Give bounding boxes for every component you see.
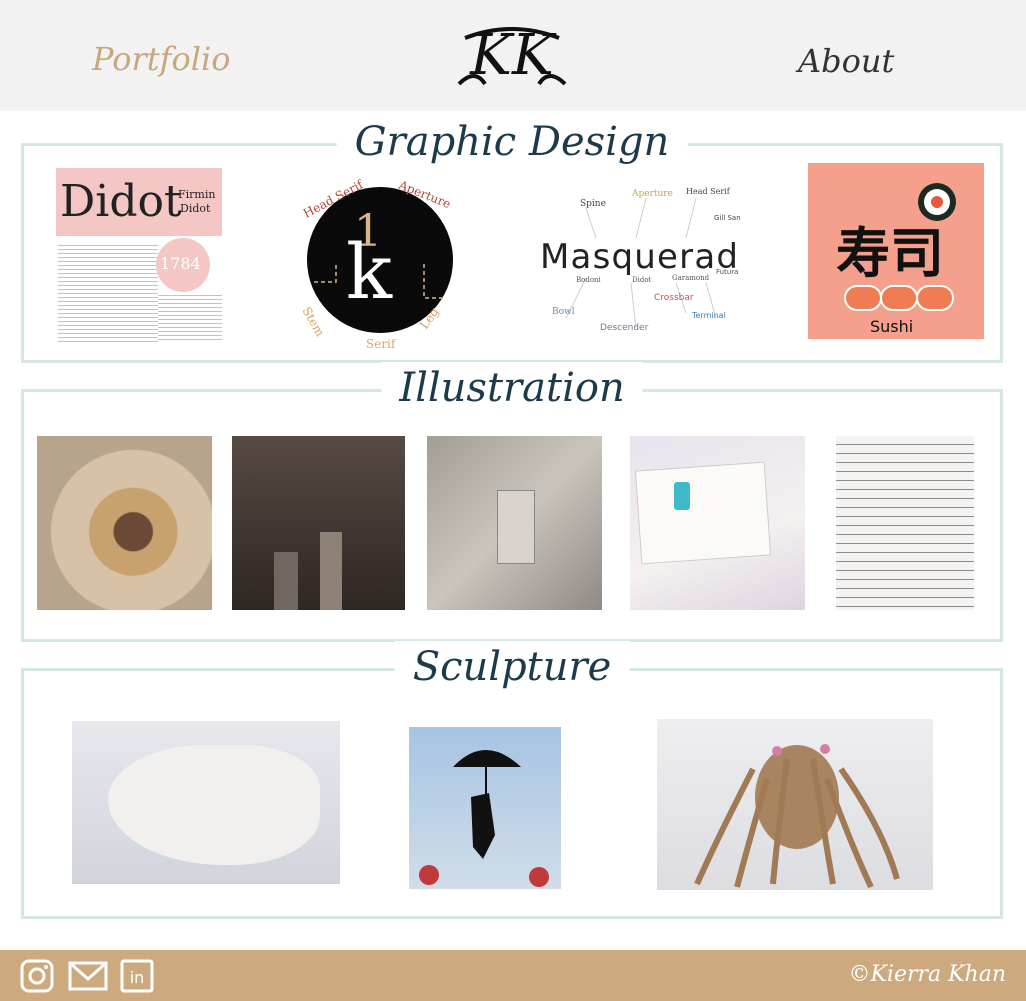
svg-text:Aperture: Aperture	[631, 189, 673, 199]
nigiri-row	[844, 281, 954, 311]
svg-text:Spine: Spine	[580, 199, 606, 209]
copyright-text: ©Kierra Khan	[848, 962, 1006, 987]
didot-year: 1784	[160, 254, 201, 273]
masquerade-typography-thumbnail[interactable]: Masquerad Spine Aperture Head Serif Gill…	[536, 168, 741, 348]
didot-title: Didot	[60, 176, 182, 227]
illustration-still-life-drawing[interactable]	[232, 436, 405, 610]
didot-name-1: Firmin	[178, 188, 216, 201]
sculpture-section: Sculpture	[21, 641, 1003, 919]
svg-text:Serif: Serif	[366, 337, 397, 351]
linkedin-icon[interactable]: in	[120, 959, 154, 993]
sushi-thumbnail[interactable]: 寿司 Sushi	[808, 163, 984, 339]
nav-about-link[interactable]: About	[798, 42, 894, 80]
svg-text:Descender: Descender	[600, 323, 649, 333]
svg-text:Garamond: Garamond	[672, 274, 710, 282]
sculpture-paper-hair-head-photo[interactable]	[657, 719, 933, 890]
svg-text:Stem: Stem	[299, 305, 327, 340]
mail-icon[interactable]	[68, 959, 108, 993]
illustration-title: Illustration	[381, 362, 643, 414]
site-header: Portfolio KK About	[0, 0, 1026, 111]
svg-text:Bodoni: Bodoni	[576, 276, 602, 284]
svg-text:Masquerad: Masquerad	[540, 237, 738, 277]
sushi-label: Sushi	[870, 317, 914, 336]
didot-poster-thumbnail[interactable]: Didot Firmin Didot 1784	[52, 162, 227, 347]
illustration-hallway-drawing[interactable]	[427, 436, 602, 610]
didot-body-text	[58, 242, 158, 342]
svg-text:k: k	[346, 227, 393, 316]
sculpture-painted-hand-photo[interactable]	[72, 721, 340, 884]
sushi-kanji: 寿司	[836, 222, 944, 285]
illustration-bullet-journal-photo[interactable]	[630, 436, 805, 610]
illustration-section: Illustration	[21, 362, 1003, 642]
sculpture-umbrella-relief-photo[interactable]	[409, 727, 561, 889]
sculpture-title: Sculpture	[394, 641, 630, 693]
graphic-design-title: Graphic Design	[336, 116, 688, 168]
graphic-design-section: Graphic Design Didot Firmin Didot 1784 1…	[21, 116, 1003, 363]
svg-text:Bowl: Bowl	[552, 307, 575, 317]
didot-body-text-2	[158, 292, 222, 342]
illustration-notebook-photo[interactable]	[836, 436, 974, 610]
svg-text:Futura: Futura	[716, 268, 738, 276]
site-footer: in ©Kierra Khan	[0, 950, 1026, 1001]
svg-text:Gill Sans: Gill Sans	[714, 214, 741, 222]
svg-text:Crossbar: Crossbar	[654, 293, 694, 303]
letter-anatomy-thumbnail[interactable]: 1 k Head Serif Aperture Stem Serif Leg	[296, 172, 464, 352]
kk-logo[interactable]: KK	[445, 24, 579, 90]
didot-name-2: Didot	[180, 202, 211, 215]
nav-portfolio-link[interactable]: Portfolio	[92, 40, 231, 78]
svg-text:Terminal: Terminal	[691, 311, 726, 320]
svg-text:Didot: Didot	[632, 276, 652, 284]
instagram-icon[interactable]	[20, 959, 54, 993]
illustration-eye-drawing[interactable]	[37, 436, 212, 610]
svg-text:Head Serif: Head Serif	[686, 187, 731, 196]
svg-text:in: in	[130, 968, 145, 987]
